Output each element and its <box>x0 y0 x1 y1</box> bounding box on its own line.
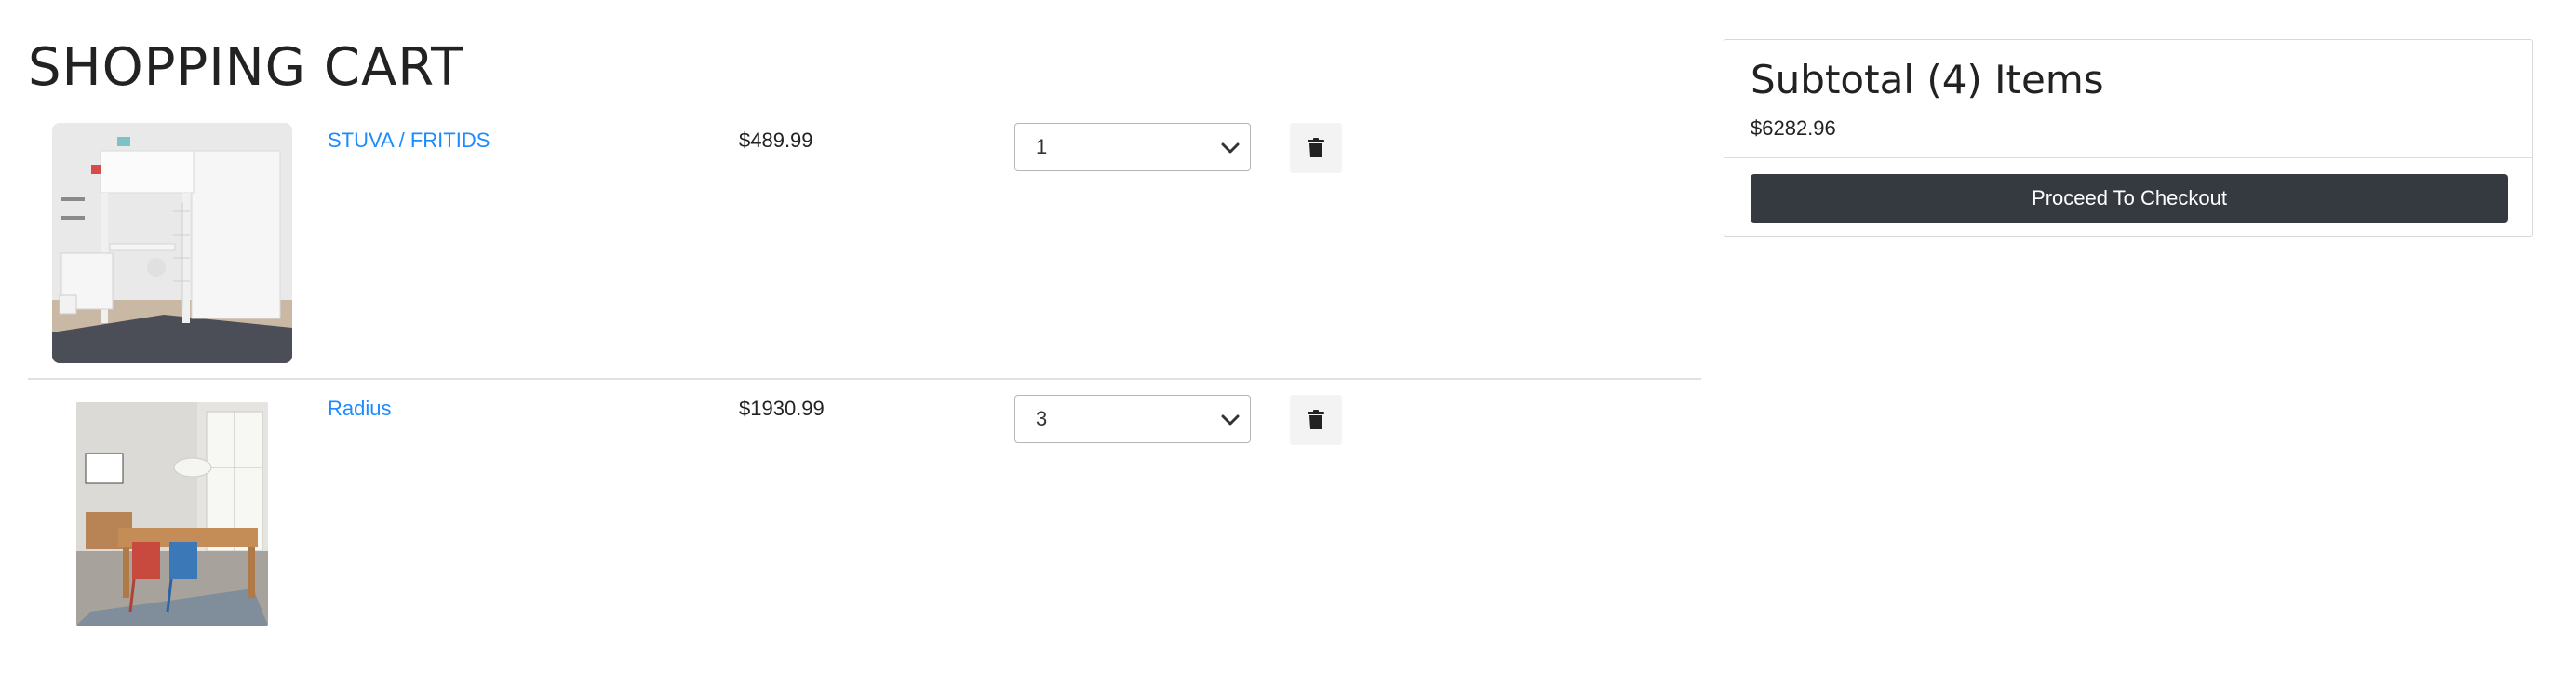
trash-icon <box>1308 410 1324 429</box>
subtotal-title: Subtotal (4) Items <box>1751 57 2104 102</box>
product-price: $1930.99 <box>739 397 825 420</box>
proceed-to-checkout-button[interactable]: Proceed To Checkout <box>1751 174 2508 223</box>
product-image[interactable] <box>76 402 268 626</box>
product-name-link[interactable]: STUVA / FRITIDS <box>328 129 490 153</box>
delete-item-button[interactable] <box>1290 123 1342 173</box>
product-price: $489.99 <box>739 129 813 152</box>
order-summary-card: Subtotal (4) Items $6282.96 Proceed To C… <box>1724 39 2533 237</box>
quantity-value: 1 <box>1036 135 1048 158</box>
quantity-select[interactable]: 3 <box>1014 395 1251 443</box>
quantity-value: 3 <box>1036 407 1048 430</box>
quantity-select[interactable]: 1 <box>1014 123 1251 171</box>
chevron-down-icon <box>1221 142 1240 154</box>
product-name-link[interactable]: Radius <box>328 397 391 421</box>
cart-item-row: STUVA / FRITIDS $489.99 1 <box>28 121 1701 378</box>
divider <box>1724 157 2532 158</box>
page-title: SHOPPING CART <box>28 37 464 98</box>
delete-item-button[interactable] <box>1290 395 1342 445</box>
product-image[interactable] <box>52 123 292 363</box>
subtotal-amount: $6282.96 <box>1751 116 1836 140</box>
cart-item-row: Radius $1930.99 3 <box>28 378 1701 657</box>
trash-icon <box>1308 138 1324 157</box>
chevron-down-icon <box>1221 414 1240 426</box>
